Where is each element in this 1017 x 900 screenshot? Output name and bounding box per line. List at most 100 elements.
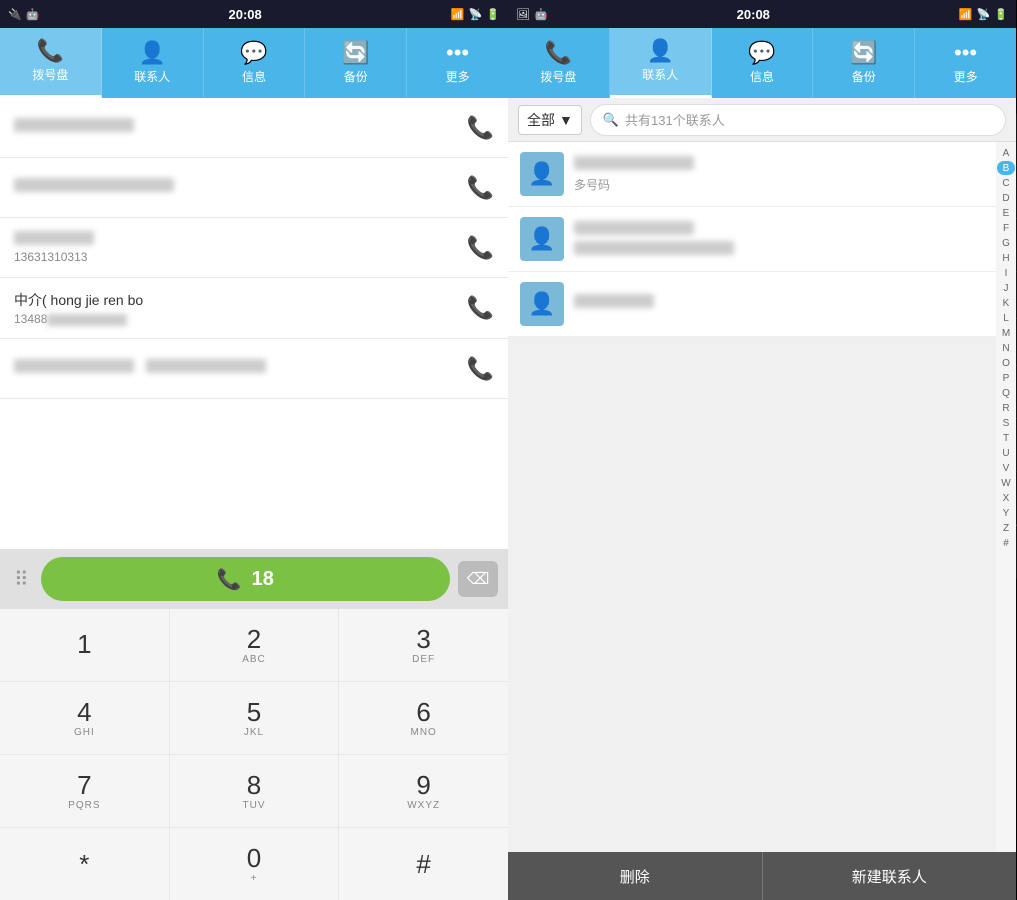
contact-name	[14, 231, 457, 248]
alpha-I[interactable]: I	[997, 266, 1015, 280]
filter-dropdown[interactable]: 全部 ▼	[518, 105, 582, 135]
list-item[interactable]: 中介( hong jie ren bo 13488 📞	[0, 278, 508, 339]
search-bar[interactable]: 🔍 共有131个联系人	[590, 104, 1006, 136]
list-item[interactable]: 13631310313 📞	[0, 218, 508, 278]
right-tab-dialpad[interactable]: 📞 拨号盘	[508, 28, 610, 98]
call-icon[interactable]: 📞	[467, 356, 494, 382]
contact-card[interactable]: 👤 多号码	[508, 142, 996, 207]
call-button[interactable]: 📞 18	[41, 557, 450, 601]
signal-icon: 📡	[469, 8, 483, 21]
left-tab-backup[interactable]: 🔄 备份	[305, 28, 407, 98]
dialpad-icon-r: 📞	[545, 42, 572, 64]
key-star[interactable]: *	[0, 828, 169, 900]
left-tab-contacts[interactable]: 👤 联系人	[102, 28, 204, 98]
blurred-name	[14, 118, 134, 132]
alpha-Y[interactable]: Y	[997, 506, 1015, 520]
key-1[interactable]: 1	[0, 609, 169, 681]
search-placeholder: 共有131个联系人	[625, 110, 725, 129]
new-contact-label: 新建联系人	[852, 866, 927, 887]
key-6[interactable]: 6 MNO	[339, 682, 508, 754]
right-tab-more-label: 更多	[954, 68, 978, 85]
key-sub: JKL	[244, 727, 264, 738]
alpha-Z[interactable]: Z	[997, 521, 1015, 535]
key-0[interactable]: 0 +	[170, 828, 339, 900]
new-contact-button[interactable]: 新建联系人	[763, 852, 1017, 900]
alpha-U[interactable]: U	[997, 446, 1015, 460]
call-icon[interactable]: 📞	[467, 175, 494, 201]
key-4[interactable]: 4 GHI	[0, 682, 169, 754]
contact-card[interactable]: 👤	[508, 207, 996, 272]
key-main: #	[416, 851, 430, 877]
right-tab-messages[interactable]: 💬 信息	[712, 28, 814, 98]
contacts-list-area: 👤 多号码 👤	[508, 142, 996, 852]
key-9[interactable]: 9 WXYZ	[339, 755, 508, 827]
more-icon-r: •••	[954, 42, 977, 64]
key-5[interactable]: 5 JKL	[170, 682, 339, 754]
left-tab-bar: 📞 拨号盘 👤 联系人 💬 信息 🔄 备份 ••• 更多	[0, 28, 508, 98]
delete-icon: ⌫	[467, 569, 490, 589]
right-tab-more[interactable]: ••• 更多	[915, 28, 1016, 98]
alpha-W[interactable]: W	[997, 476, 1015, 490]
keypad: 1 2 ABC 3 DEF 4 GHI 5 JKL 6 MNO	[0, 609, 508, 900]
alpha-O[interactable]: O	[997, 356, 1015, 370]
contact-card[interactable]: 👤	[508, 272, 996, 337]
alpha-A[interactable]: A	[997, 146, 1015, 160]
key-7[interactable]: 7 PQRS	[0, 755, 169, 827]
alpha-J[interactable]: J	[997, 281, 1015, 295]
alpha-Q[interactable]: Q	[997, 386, 1015, 400]
key-2[interactable]: 2 ABC	[170, 609, 339, 681]
alpha-N[interactable]: N	[997, 341, 1015, 355]
key-main: 0	[247, 845, 261, 871]
list-item[interactable]: 📞	[0, 158, 508, 218]
blurred-name	[14, 231, 94, 245]
left-tab-more[interactable]: ••• 更多	[407, 28, 508, 98]
alpha-P[interactable]: P	[997, 371, 1015, 385]
delete-contacts-button[interactable]: 删除	[508, 852, 763, 900]
alpha-D[interactable]: D	[997, 191, 1015, 205]
alpha-G[interactable]: G	[997, 236, 1015, 250]
delete-label: 删除	[620, 866, 650, 887]
left-tab-dialpad[interactable]: 📞 拨号盘	[0, 28, 102, 98]
key-3[interactable]: 3 DEF	[339, 609, 508, 681]
alpha-S[interactable]: S	[997, 416, 1015, 430]
alpha-T[interactable]: T	[997, 431, 1015, 445]
left-time: 20:08	[229, 7, 262, 22]
alpha-H[interactable]: H	[997, 251, 1015, 265]
key-sub: +	[251, 873, 258, 884]
call-icon[interactable]: 📞	[467, 295, 494, 321]
dialer-input-display: 18	[252, 568, 274, 591]
dialer-area: ⠿ 📞 18 ⌫ 1 2 ABC 3 DEF 4	[0, 549, 508, 900]
key-main: 7	[77, 772, 91, 798]
alpha-hash[interactable]: #	[997, 536, 1015, 550]
right-tab-contacts[interactable]: 👤 联系人	[610, 28, 712, 98]
call-icon[interactable]: 📞	[467, 235, 494, 261]
blurred-name	[14, 359, 134, 373]
contact-card-num	[574, 241, 984, 258]
alpha-B[interactable]: B	[997, 161, 1015, 175]
left-tab-messages[interactable]: 💬 信息	[204, 28, 306, 98]
left-tab-contacts-label: 联系人	[134, 68, 170, 85]
delete-button[interactable]: ⌫	[458, 561, 498, 597]
key-sub: TUV	[242, 800, 265, 811]
alpha-K[interactable]: K	[997, 296, 1015, 310]
right-tab-messages-label: 信息	[750, 68, 774, 85]
list-item[interactable]: 📞	[0, 98, 508, 158]
key-hash[interactable]: #	[339, 828, 508, 900]
right-tab-backup[interactable]: 🔄 备份	[813, 28, 915, 98]
backup-icon-r: 🔄	[850, 42, 877, 64]
alpha-X[interactable]: X	[997, 491, 1015, 505]
avatar: 👤	[520, 217, 564, 261]
right-tab-bar: 📞 拨号盘 👤 联系人 💬 信息 🔄 备份 ••• 更多	[508, 28, 1016, 98]
alpha-R[interactable]: R	[997, 401, 1015, 415]
call-icon[interactable]: 📞	[467, 115, 494, 141]
alpha-M[interactable]: M	[997, 326, 1015, 340]
right-status-icons: 🖼 🤖	[516, 8, 548, 21]
alpha-C[interactable]: C	[997, 176, 1015, 190]
alpha-L[interactable]: L	[997, 311, 1015, 325]
list-item[interactable]: 📞	[0, 339, 508, 399]
alpha-E[interactable]: E	[997, 206, 1015, 220]
dialer-input-row: ⠿ 📞 18 ⌫	[0, 549, 508, 609]
alpha-F[interactable]: F	[997, 221, 1015, 235]
key-8[interactable]: 8 TUV	[170, 755, 339, 827]
alpha-V[interactable]: V	[997, 461, 1015, 475]
